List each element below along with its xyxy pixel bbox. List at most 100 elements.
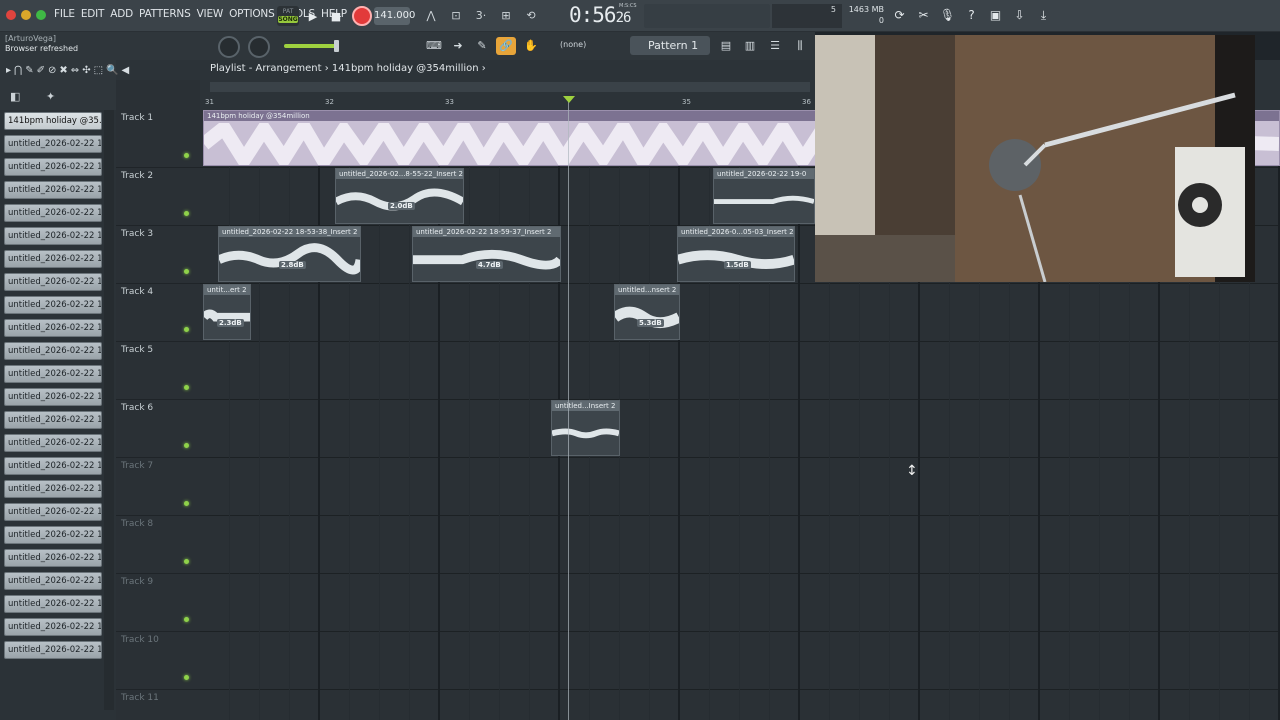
zoom-icon[interactable]: 🔍	[106, 65, 118, 76]
audio-clip[interactable]: untit...ert 2 2.3dB	[203, 284, 251, 340]
browser-item[interactable]: untitled_2026-02-22 17-...	[4, 319, 102, 337]
midi-target-selector[interactable]: (none)	[560, 40, 586, 49]
browser-item[interactable]: untitled_2026-02-22 18-...	[4, 572, 102, 590]
microphone-icon[interactable]: 🎙	[938, 6, 957, 25]
track-header[interactable]: Track 5	[116, 342, 200, 400]
track-header[interactable]: Track 9	[116, 574, 200, 632]
browser-item[interactable]: untitled_2026-02-22 18-...	[4, 526, 102, 544]
browser-item[interactable]: untitled_2026-02-22 18-...	[4, 595, 102, 613]
audio-clip[interactable]: untitled_2026-0...05-03_Insert 2 1.5dB	[677, 226, 795, 282]
brush-icon[interactable]: ✎	[472, 37, 492, 55]
browser-scrollbar[interactable]	[104, 110, 114, 710]
browser-item[interactable]: untitled_2026-02-22 17-...	[4, 227, 102, 245]
browser-item[interactable]: untitled_2026-02-22 17-...	[4, 411, 102, 429]
piano-keyboard-icon[interactable]: ⌨	[424, 37, 444, 55]
browser-item[interactable]: untitled_2026-02-22 17-...	[4, 365, 102, 383]
track-enable-led[interactable]	[184, 153, 189, 158]
link-icon[interactable]: 🔗	[496, 37, 516, 55]
track-enable-led[interactable]	[184, 269, 189, 274]
track-header[interactable]: Track 1	[116, 110, 200, 168]
countdown-icon[interactable]: 3·	[471, 7, 491, 25]
track-enable-led[interactable]	[184, 327, 189, 332]
arrangement-arrow[interactable]: ›	[482, 63, 486, 74]
browser-item[interactable]: untitled_2026-02-22 18-...	[4, 549, 102, 567]
audio-clip[interactable]: untitled_2026-02-22 19-0	[713, 168, 815, 224]
pat-song-toggle[interactable]: PAT SONG	[277, 6, 299, 26]
browser-item[interactable]: untitled_2026-02-22 17-...	[4, 250, 102, 268]
paint-icon[interactable]: ✐	[37, 65, 45, 76]
playlist-menu-icon[interactable]: ▸	[6, 65, 11, 76]
track-enable-led[interactable]	[184, 559, 189, 564]
audio-clip[interactable]: untitled_2026-02-22 18-59-37_Insert 2 4.…	[412, 226, 561, 282]
audio-clip[interactable]: untitled...Insert 2	[551, 400, 620, 456]
arrangement-name[interactable]: 141bpm holiday @354million	[332, 63, 479, 74]
menu-patterns[interactable]: PATTERNS	[139, 8, 191, 20]
save-icon[interactable]: ▣	[986, 6, 1005, 25]
menu-edit[interactable]: EDIT	[81, 8, 105, 20]
browser-item[interactable]: untitled_2026-02-22 18-...	[4, 503, 102, 521]
minimize-window-button[interactable]	[21, 10, 31, 20]
stop-button[interactable]: ■	[326, 6, 346, 26]
audio-clip[interactable]: untitled_2026-02...8-55-22_Insert 2 2.0d…	[335, 168, 464, 224]
play-button[interactable]: ▶	[303, 6, 323, 26]
slip-icon[interactable]: ⇔	[71, 65, 79, 76]
channel-rack-icon[interactable]: ☰	[765, 37, 785, 55]
playback-icon[interactable]: ◀	[121, 65, 129, 76]
master-volume-slider[interactable]	[284, 44, 336, 48]
render-icon[interactable]: ⇩	[1010, 6, 1029, 25]
record-button[interactable]	[352, 6, 372, 26]
playhead-marker[interactable]	[563, 96, 575, 103]
track-header[interactable]: Track 3	[116, 226, 200, 284]
browser-item[interactable]: untitled_2026-02-22 17-...	[4, 388, 102, 406]
track-enable-led[interactable]	[184, 617, 189, 622]
track-enable-led[interactable]	[184, 501, 189, 506]
select-icon[interactable]: ⬚	[94, 65, 103, 76]
track-header[interactable]: Track 4	[116, 284, 200, 342]
track-enable-led[interactable]	[184, 443, 189, 448]
undo-history-icon[interactable]: ⟳	[890, 6, 909, 25]
export-icon[interactable]: ⤓	[1034, 6, 1053, 25]
track-header[interactable]: Track 7	[116, 458, 200, 516]
browser-item[interactable]: untitled_2026-02-22 17-...	[4, 342, 102, 360]
volume-slider-handle[interactable]	[334, 40, 339, 52]
help-icon[interactable]: ?	[962, 6, 981, 25]
browser-item[interactable]: untitled_2026-02-22 17-...	[4, 204, 102, 222]
magnet-icon[interactable]: ⋂	[14, 65, 22, 76]
browser-item[interactable]: untitled_2026-02-22 17-...	[4, 181, 102, 199]
pattern-selector[interactable]: Pattern 1	[630, 36, 710, 55]
browser-item[interactable]: untitled_2026-02-22 17-...	[4, 273, 102, 291]
loop-record-icon[interactable]: ⟲	[521, 7, 541, 25]
cut-tools-icon[interactable]: ✂	[914, 6, 933, 25]
mute-icon[interactable]: ✖	[59, 65, 67, 76]
browser-collapse-icon[interactable]: ◧	[10, 90, 20, 103]
playlist-view-icon[interactable]: ▤	[716, 37, 736, 55]
track-header[interactable]: Track 11	[116, 690, 200, 720]
master-volume-knob[interactable]	[248, 36, 270, 58]
menu-file[interactable]: FILE	[54, 8, 75, 20]
browser-item[interactable]: untitled_2026-02-22 17-...	[4, 296, 102, 314]
wait-for-input-icon[interactable]: ⊡	[446, 7, 466, 25]
slice-icon[interactable]: ✣	[82, 65, 90, 76]
browser-item[interactable]: untitled_2026-02-22 18-...	[4, 434, 102, 452]
track-header[interactable]: Track 2	[116, 168, 200, 226]
delete-icon[interactable]: ⊘	[48, 65, 56, 76]
track-enable-led[interactable]	[184, 211, 189, 216]
browser-item[interactable]: untitled_2026-02-22 18-...	[4, 457, 102, 475]
master-pitch-knob[interactable]	[218, 36, 240, 58]
browser-item[interactable]: untitled_2026-02-22 18-...	[4, 480, 102, 498]
menu-add[interactable]: ADD	[110, 8, 133, 20]
browser-item[interactable]: untitled_2026-02-22 17-...	[4, 158, 102, 176]
hand-icon[interactable]: ✋	[521, 37, 541, 55]
track-header[interactable]: Track 6	[116, 400, 200, 458]
browser-snap-icon[interactable]: ✦	[46, 90, 55, 103]
metronome-icon[interactable]: ⋀	[421, 7, 441, 25]
maximize-window-button[interactable]	[36, 10, 46, 20]
track-header[interactable]: Track 10	[116, 632, 200, 690]
pencil-icon[interactable]: ✎	[25, 65, 33, 76]
track-enable-led[interactable]	[184, 385, 189, 390]
track-header[interactable]: Track 8	[116, 516, 200, 574]
step-edit-icon[interactable]: ⊞	[496, 7, 516, 25]
audio-clip[interactable]: untitled...nsert 2 5.3dB	[614, 284, 680, 340]
track-enable-led[interactable]	[184, 675, 189, 680]
menu-view[interactable]: VIEW	[197, 8, 224, 20]
